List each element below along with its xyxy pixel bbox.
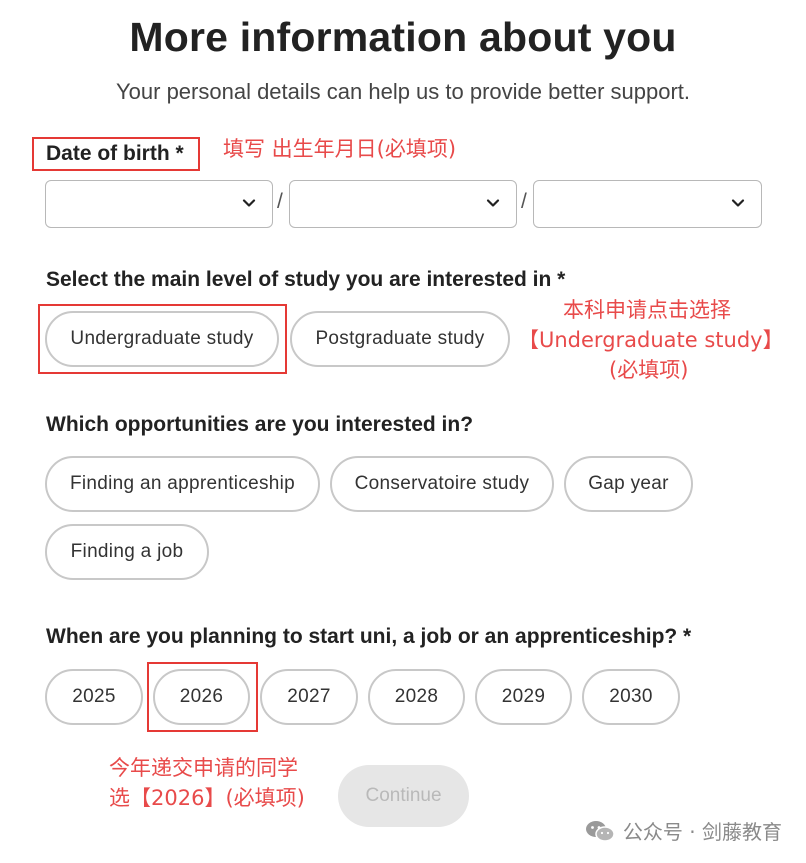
gap-year-option[interactable]: Gap year	[564, 456, 693, 512]
postgraduate-study-option[interactable]: Postgraduate study	[290, 311, 510, 367]
dob-label-highlight	[32, 137, 200, 171]
year-2030-option[interactable]: 2030	[582, 669, 680, 725]
year-2026-highlight	[147, 662, 258, 732]
study-level-label: Select the main level of study you are i…	[46, 268, 566, 291]
opportunities-label: Which opportunities are you interested i…	[46, 413, 474, 436]
watermark-text: 公众号 · 剑藤教育	[622, 820, 782, 844]
watermark: 公众号 · 剑藤教育	[585, 816, 782, 845]
study-annotation-line1: 本科申请点击选择	[563, 298, 731, 322]
dob-separator: /	[521, 190, 527, 213]
page-title: More information about you	[129, 14, 677, 60]
continue-button[interactable]: Continue	[338, 765, 469, 827]
page-subtitle: Your personal details can help us to pro…	[116, 79, 690, 104]
start-year-label: When are you planning to start uni, a jo…	[46, 625, 692, 648]
year-annotation-line1: 今年递交申请的同学	[109, 756, 298, 780]
study-annotation-line2: 【Undergraduate study】	[518, 328, 784, 352]
chevron-down-icon	[242, 199, 256, 207]
dob-separator: /	[277, 190, 283, 213]
conservatoire-study-option[interactable]: Conservatoire study	[330, 456, 554, 512]
chevron-down-icon	[486, 199, 500, 207]
dob-annotation: 填写 出生年月日(必填项)	[223, 137, 457, 161]
dob-day-select[interactable]	[45, 180, 273, 228]
year-2029-option[interactable]: 2029	[475, 669, 572, 725]
year-2028-option[interactable]: 2028	[368, 669, 465, 725]
undergraduate-highlight	[38, 304, 287, 374]
year-2027-option[interactable]: 2027	[260, 669, 358, 725]
dob-year-select[interactable]	[533, 180, 762, 228]
chevron-down-icon	[731, 199, 745, 207]
finding-job-option[interactable]: Finding a job	[45, 524, 209, 580]
study-annotation-line3: (必填项)	[609, 358, 689, 382]
wechat-icon	[585, 820, 615, 842]
year-2025-option[interactable]: 2025	[45, 669, 143, 725]
finding-apprenticeship-option[interactable]: Finding an apprenticeship	[45, 456, 320, 512]
dob-month-select[interactable]	[289, 180, 517, 228]
year-annotation-line2: 选【2026】(必填项)	[109, 786, 305, 810]
